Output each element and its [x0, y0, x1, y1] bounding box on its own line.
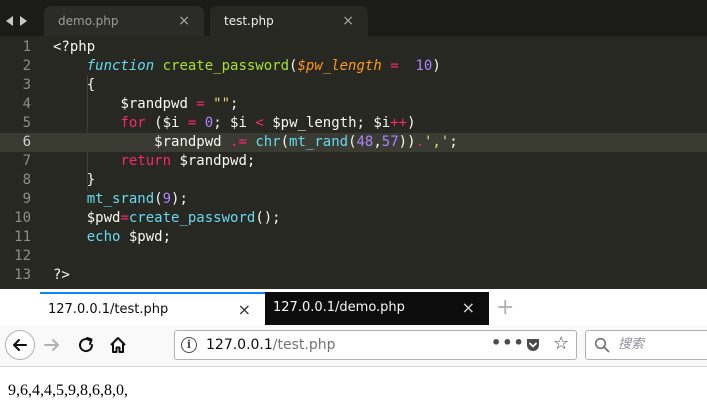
line-number: 4 — [22, 96, 31, 112]
code-line: 1 <?php — [0, 38, 707, 57]
code-text: <?php — [53, 39, 96, 55]
code-line: 4 $randpwd = ""; — [0, 95, 707, 114]
browser-tab-demo[interactable]: 127.0.0.1/demo.php × — [265, 292, 489, 325]
info-icon[interactable]: i — [181, 337, 197, 353]
code-text: $pwd=create_password(); — [86, 210, 281, 226]
code-line: 11 echo $pwd; — [0, 228, 707, 247]
line-number: 2 — [22, 58, 31, 74]
close-icon[interactable]: × — [238, 294, 251, 326]
line-number: 9 — [22, 191, 31, 207]
browser-tab-label: 127.0.0.1/test.php — [48, 302, 169, 317]
code-text: return $randpwd; — [120, 153, 256, 169]
code-editor: demo.php × test.php × 1 <?php 2 function… — [0, 0, 707, 289]
star-icon[interactable]: ☆ — [553, 333, 569, 355]
browser-toolbar: i 127.0.0.1/test.php ••• ☆ 搜索 — [0, 325, 707, 367]
code-text: } — [86, 172, 96, 188]
code-line: 12 — [0, 247, 707, 266]
close-icon[interactable]: × — [178, 6, 190, 36]
home-button[interactable] — [106, 333, 130, 357]
url-text[interactable]: 127.0.0.1/test.php — [206, 331, 336, 359]
reload-icon — [79, 337, 94, 353]
url-bar[interactable]: i 127.0.0.1/test.php ••• ☆ — [174, 330, 577, 360]
browser-tab-bar: 127.0.0.1/test.php × 127.0.0.1/demo.php … — [0, 289, 707, 325]
search-icon — [594, 337, 610, 353]
line-number: 10 — [14, 210, 31, 226]
editor-tab-demo[interactable]: demo.php × — [44, 6, 204, 36]
page-content: 9,6,4,4,5,9,8,6,8,0, — [0, 367, 707, 413]
editor-tab-bar: demo.php × test.php × — [0, 0, 707, 36]
code-text: ?> — [53, 267, 70, 283]
forward-button[interactable] — [40, 333, 64, 357]
line-number: 5 — [22, 115, 31, 131]
code-line: 13 ?> — [0, 266, 707, 285]
code-line-current: 6 $randpwd .= chr(mt_rand(48,57)).','; — [0, 133, 707, 152]
code-line: 8 } — [0, 171, 707, 190]
search-box[interactable]: 搜索 — [585, 330, 707, 360]
line-number: 7 — [22, 153, 31, 169]
code-line: 2 function create_password($pw_length = … — [0, 57, 707, 76]
url-host: 127.0.0.1 — [206, 337, 273, 353]
search-input[interactable]: 搜索 — [618, 331, 644, 359]
line-number: 3 — [22, 77, 31, 93]
code-text: echo $pwd; — [86, 229, 172, 245]
page-output-text: 9,6,4,4,5,9,8,6,8,0, — [8, 382, 128, 399]
editor-tab-test[interactable]: test.php × — [210, 6, 368, 36]
browser-tab-test[interactable]: 127.0.0.1/test.php × — [40, 292, 265, 325]
editor-tab-label: demo.php — [58, 14, 119, 28]
plus-icon[interactable]: + — [496, 293, 514, 323]
line-number: 1 — [22, 39, 31, 55]
nav-right-icon[interactable] — [20, 16, 27, 26]
editor-tab-label: test.php — [224, 14, 274, 28]
page-actions-button[interactable]: ••• — [491, 331, 525, 355]
code-text: mt_srand(9); — [86, 191, 188, 207]
back-button[interactable] — [5, 330, 35, 360]
back-arrow-icon — [13, 339, 27, 351]
editor-tab-nav[interactable] — [6, 11, 36, 26]
close-icon[interactable]: × — [342, 6, 354, 36]
reload-button[interactable] — [74, 333, 98, 357]
home-icon — [110, 337, 126, 353]
forward-arrow-icon — [44, 339, 59, 351]
code-line: 9 mt_srand(9); — [0, 190, 707, 209]
nav-left-icon[interactable] — [6, 16, 13, 26]
browser-window: 127.0.0.1/test.php × 127.0.0.1/demo.php … — [0, 289, 707, 413]
code-text: $randpwd .= chr(mt_rand(48,57)).','; — [154, 134, 458, 150]
code-line: 5 for ($i = 0; $i < $pw_length; $i++) — [0, 114, 707, 133]
code-line: 10 $pwd=create_password(); — [0, 209, 707, 228]
url-path: /test.php — [272, 337, 336, 353]
close-icon[interactable]: × — [462, 292, 475, 324]
pocket-icon[interactable] — [525, 337, 541, 353]
browser-tab-label: 127.0.0.1/demo.php — [273, 300, 405, 315]
line-number: 8 — [22, 172, 31, 188]
code-text: for ($i = 0; $i < $pw_length; $i++) — [120, 115, 416, 131]
code-area[interactable]: 1 <?php 2 function create_password($pw_l… — [0, 38, 707, 285]
code-line: 3 { — [0, 76, 707, 95]
code-line: 7 return $randpwd; — [0, 152, 707, 171]
line-number: 11 — [14, 229, 31, 245]
code-text: { — [86, 77, 96, 93]
line-number: 13 — [14, 267, 31, 283]
line-number: 6 — [22, 134, 31, 150]
line-number: 12 — [14, 248, 31, 264]
code-text: function create_password($pw_length = 10… — [86, 58, 441, 74]
code-text: $randpwd = ""; — [120, 96, 239, 112]
